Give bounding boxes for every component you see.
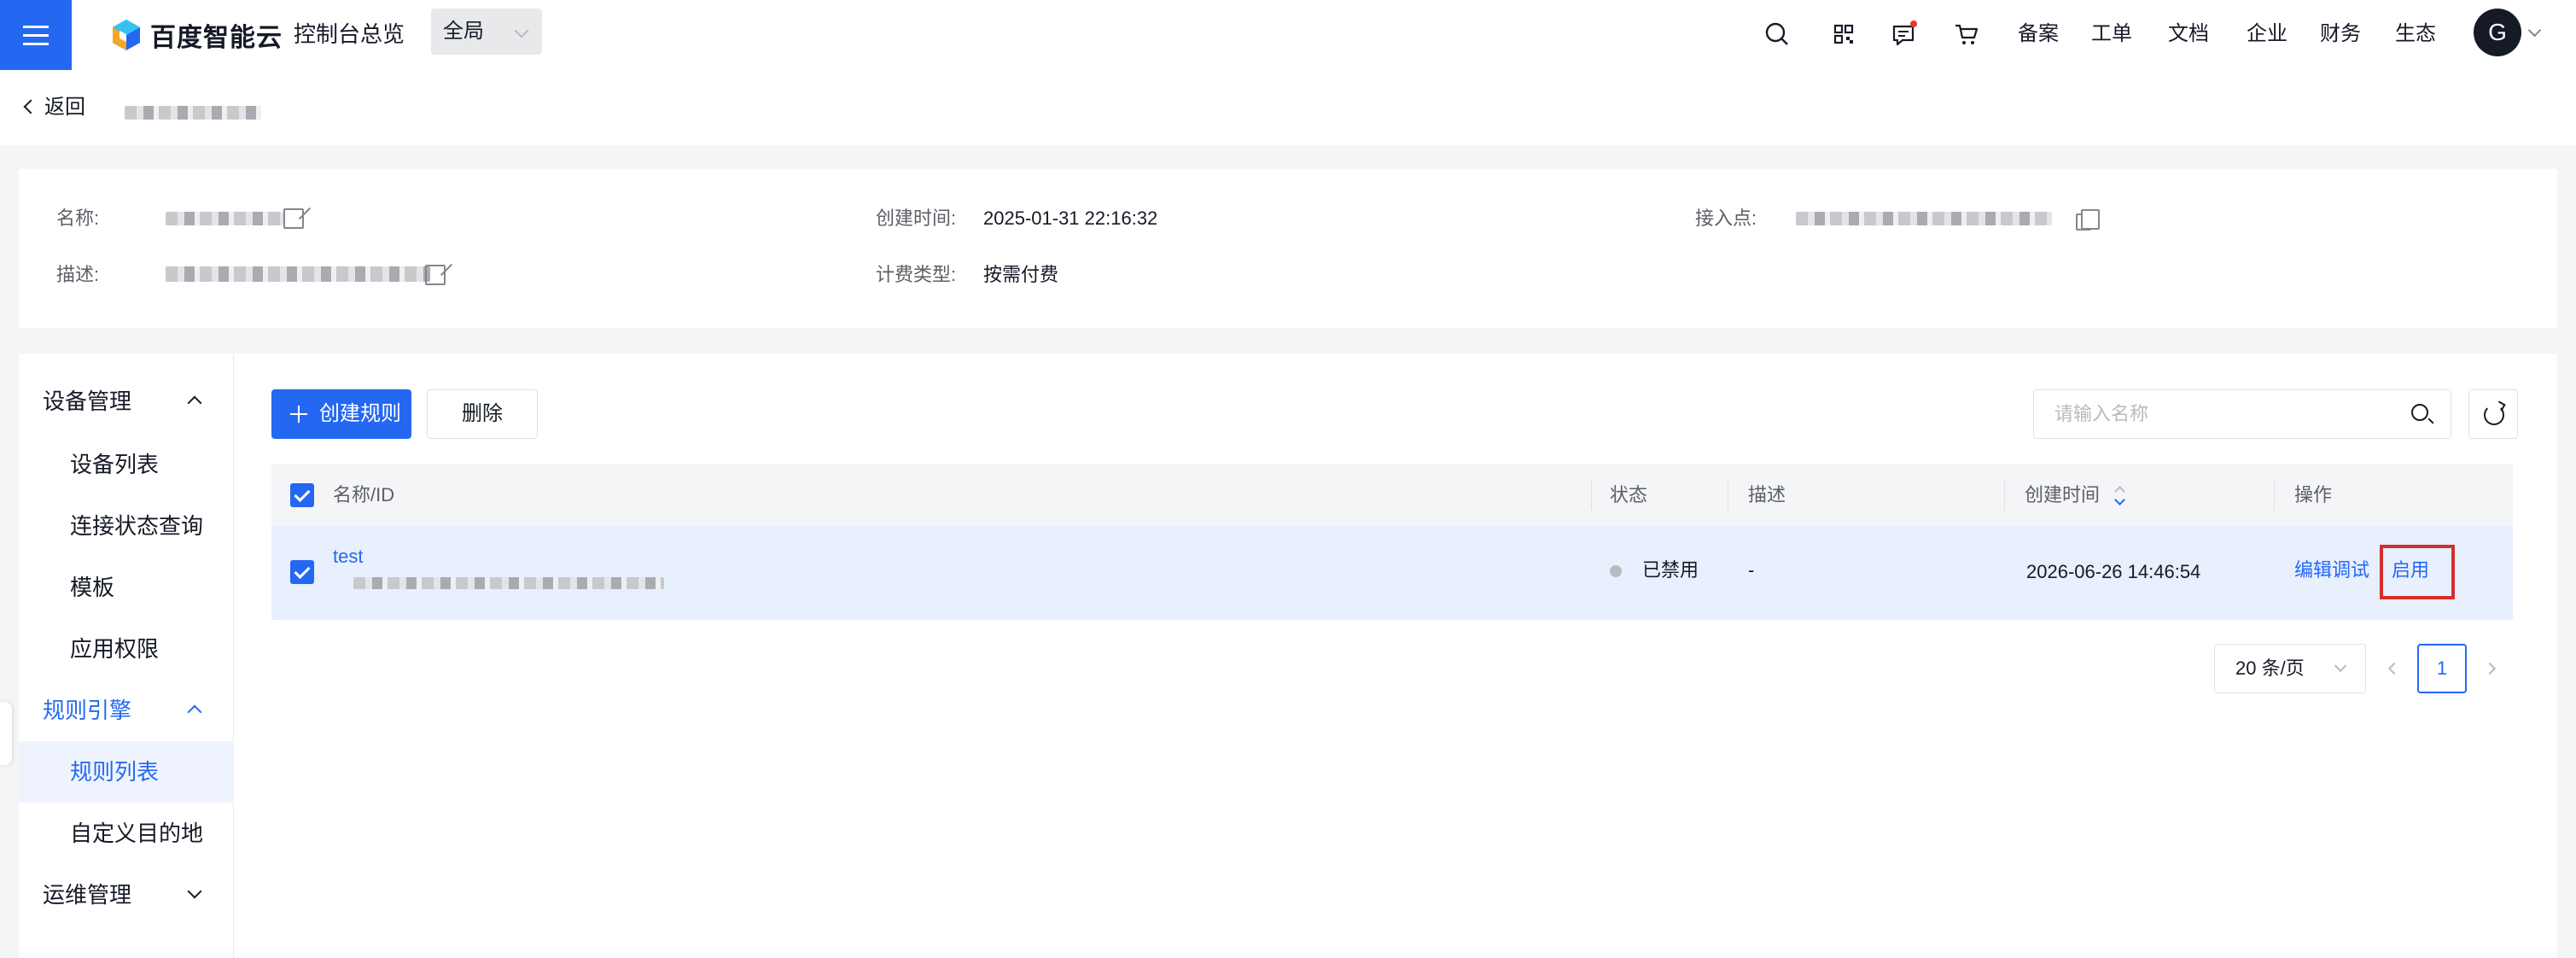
brand-logo[interactable]: 百度智能云	[109, 15, 283, 55]
redacted-name-value	[166, 212, 285, 225]
shopping-cart-icon[interactable]	[1951, 19, 1982, 50]
table-header: 名称/ID 状态 描述 创建时间 操作	[271, 464, 2513, 526]
chevron-down-icon[interactable]	[2527, 23, 2542, 38]
refresh-button[interactable]	[2468, 389, 2518, 439]
annotation-highlight-box	[2380, 545, 2455, 599]
nav-link-ticket[interactable]: 工单	[2091, 19, 2132, 50]
sidebar-group-rule-engine[interactable]: 规则引擎	[43, 693, 131, 727]
redacted-endpoint-value	[1796, 212, 2052, 225]
sidebar-item-template[interactable]: 模板	[70, 570, 114, 605]
user-avatar[interactable]: G	[2474, 9, 2521, 56]
page-number-button[interactable]: 1	[2417, 644, 2467, 693]
back-label: 返回	[44, 96, 85, 119]
hamburger-menu-icon[interactable]	[0, 0, 72, 70]
created-time-label: 创建时间:	[876, 207, 957, 229]
qr-code-icon[interactable]	[1828, 19, 1859, 50]
sidebar-group-operations[interactable]: 运维管理	[43, 878, 131, 912]
refresh-icon	[2484, 405, 2504, 425]
column-header-actions: 操作	[2294, 484, 2333, 505]
chevron-down-icon	[514, 23, 529, 38]
brand-name: 百度智能云	[150, 24, 283, 52]
sidebar-item-custom-destination[interactable]: 自定义目的地	[70, 816, 203, 850]
redacted-rule-id	[353, 577, 664, 589]
select-all-checkbox[interactable]	[290, 483, 314, 507]
sidebar-item-connection-status[interactable]: 连接状态查询	[70, 509, 203, 543]
endpoint-label: 接入点:	[1695, 207, 1757, 229]
billing-type-value: 按需付费	[983, 264, 1059, 285]
billing-type-label: 计费类型:	[876, 264, 957, 285]
page-size-select[interactable]: 20 条/页	[2214, 644, 2366, 693]
search-box	[2033, 389, 2451, 439]
row-checkbox[interactable]	[290, 560, 314, 584]
status-text: 已禁用	[1642, 559, 1699, 581]
rule-name-link[interactable]: test	[333, 543, 363, 570]
description-label: 描述:	[56, 264, 100, 285]
chevron-left-icon	[23, 99, 38, 114]
baidu-cloud-logo-icon	[113, 20, 140, 50]
column-divider	[1591, 480, 1592, 511]
sort-icon[interactable]	[2115, 486, 2124, 505]
sidebar-item-rule-list[interactable]: 规则列表	[70, 755, 159, 789]
description-text: -	[1748, 559, 1755, 581]
search-input[interactable]	[2054, 390, 2413, 438]
sidebar-item-device-list[interactable]: 设备列表	[70, 447, 159, 482]
redacted-instance-name	[125, 106, 261, 120]
plus-icon	[290, 406, 307, 423]
nav-link-filing[interactable]: 备案	[2018, 19, 2059, 50]
created-time-text: 2026-06-26 14:46:54	[2026, 561, 2201, 582]
delete-button[interactable]: 删除	[427, 389, 538, 439]
column-header-created-time[interactable]: 创建时间	[2025, 482, 2100, 509]
sidebar-collapse-handle[interactable]	[0, 702, 12, 765]
status-dot-icon	[1610, 565, 1622, 577]
table-row: test 已禁用 - 2026-06-26 14:46:54 编辑调试 启用	[271, 526, 2513, 620]
edit-description-icon[interactable]	[425, 265, 446, 285]
region-scope-value: 全局	[443, 20, 484, 43]
search-icon[interactable]	[1762, 19, 1792, 50]
edit-name-icon[interactable]	[283, 208, 304, 229]
breadcrumb: 返回	[0, 70, 2576, 145]
main-panel	[19, 353, 2557, 958]
column-header-status: 状态	[1610, 484, 1648, 505]
created-time-value: 2025-01-31 22:16:32	[983, 207, 1158, 229]
name-label: 名称:	[56, 207, 100, 229]
page-size-value: 20 条/页	[2235, 657, 2305, 679]
nav-link-enterprise[interactable]: 企业	[2247, 19, 2288, 50]
top-navigation-bar: 百度智能云 控制台总览 全局 备案 工单 文档 企业 财务 生态 G	[0, 0, 2576, 70]
sidebar-item-app-permission[interactable]: 应用权限	[70, 632, 159, 666]
sidebar-group-device-management[interactable]: 设备管理	[43, 384, 131, 418]
instance-info-card: 名称: 描述: 创建时间: 2025-01-31 22:16:32 计费类型: …	[19, 169, 2557, 328]
region-scope-select[interactable]: 全局	[431, 9, 542, 55]
nav-link-finance[interactable]: 财务	[2320, 19, 2361, 50]
column-divider	[2274, 480, 2275, 511]
create-rule-label: 创建规则	[319, 402, 401, 425]
nav-link-docs[interactable]: 文档	[2168, 19, 2209, 50]
chevron-down-icon	[2334, 659, 2347, 673]
console-overview-link[interactable]: 控制台总览	[294, 17, 405, 51]
create-rule-button[interactable]: 创建规则	[271, 389, 411, 439]
search-icon[interactable]	[2411, 404, 2428, 421]
nav-link-ecosystem[interactable]: 生态	[2395, 19, 2436, 50]
copy-icon[interactable]	[2076, 209, 2100, 231]
message-icon[interactable]	[1888, 19, 1919, 50]
column-divider	[2004, 480, 2005, 511]
redacted-description-value	[166, 266, 430, 282]
column-header-name-id: 名称/ID	[333, 484, 395, 505]
back-button[interactable]: 返回	[23, 92, 85, 123]
column-header-description: 描述	[1748, 484, 1786, 505]
edit-debug-link[interactable]: 编辑调试	[2294, 557, 2369, 584]
